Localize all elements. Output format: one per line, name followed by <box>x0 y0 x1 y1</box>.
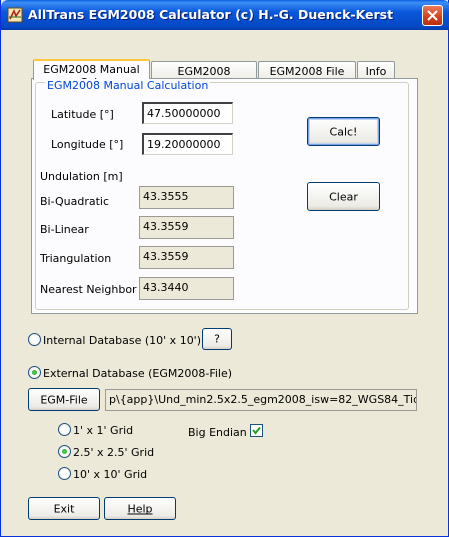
title-bar[interactable]: AllTrans EGM2008 Calculator (c) H.-G. Du… <box>1 0 449 30</box>
egm-file-button-label: EGM-File <box>40 393 88 406</box>
calc-button-label: Calc! <box>329 125 358 138</box>
result-value: 43.3559 <box>139 246 234 269</box>
window-title: AllTrans EGM2008 Calculator (c) H.-G. Du… <box>28 7 394 22</box>
grid-label: 10' x 10' Grid <box>73 468 148 481</box>
result-value: 43.3559 <box>139 216 234 239</box>
latitude-label: Latitude [°] <box>51 108 114 121</box>
undulation-label: Undulation [m] <box>40 170 123 183</box>
longitude-input[interactable]: 19.20000000 <box>142 133 233 155</box>
close-icon <box>427 10 438 21</box>
result-value: 43.3555 <box>139 186 234 209</box>
longitude-label: Longitude [°] <box>51 138 124 151</box>
clear-button-label: Clear <box>329 190 358 203</box>
grid-radio-10x10[interactable] <box>58 467 71 480</box>
tab-label: Info <box>365 65 387 78</box>
big-endian-checkbox[interactable] <box>250 424 263 437</box>
grid-radio-1x1[interactable] <box>58 423 71 436</box>
egm-file-button[interactable]: EGM-File <box>28 388 100 411</box>
checkmark-icon <box>252 426 261 435</box>
exit-button-label: Exit <box>53 502 75 515</box>
internal-db-label: Internal Database (10' x 10') <box>43 334 202 347</box>
question-button[interactable]: ? <box>202 328 232 350</box>
exit-button[interactable]: Exit <box>28 497 100 520</box>
group-caption: EGM2008 Manual Calculation <box>45 79 211 92</box>
result-label: Nearest Neighbor <box>40 283 137 296</box>
grid-label: 2.5' x 2.5' Grid <box>73 446 155 459</box>
result-label: Triangulation <box>40 252 112 265</box>
result-value: 43.3440 <box>139 277 234 300</box>
tab-manual-calc[interactable]: EGM2008 Manual Calc <box>33 59 150 89</box>
result-label: Bi-Linear <box>40 223 89 236</box>
result-label: Bi-Quadratic <box>40 195 110 208</box>
close-button[interactable] <box>422 5 443 26</box>
grid-label: 1' x 1' Grid <box>73 424 134 437</box>
help-button[interactable]: Help <box>104 497 176 520</box>
app-icon <box>7 7 23 23</box>
main-window: AllTrans EGM2008 Calculator (c) H.-G. Du… <box>0 0 449 537</box>
file-path-field[interactable]: p\{app}\Und_min2.5x2.5_egm2008_isw=82_WG… <box>105 389 417 411</box>
external-db-radio[interactable] <box>28 366 41 379</box>
clear-button[interactable]: Clear <box>307 182 380 211</box>
internal-db-radio[interactable] <box>28 333 41 346</box>
grid-radio-2-5x2-5[interactable] <box>58 445 71 458</box>
external-db-label: External Database (EGM2008-File) <box>43 367 233 380</box>
calc-button[interactable]: Calc! <box>307 117 380 146</box>
latitude-input[interactable]: 47.50000000 <box>142 102 233 124</box>
big-endian-label: Big Endian <box>188 426 247 439</box>
question-button-label: ? <box>214 332 220 346</box>
help-button-label: Help <box>127 502 153 515</box>
